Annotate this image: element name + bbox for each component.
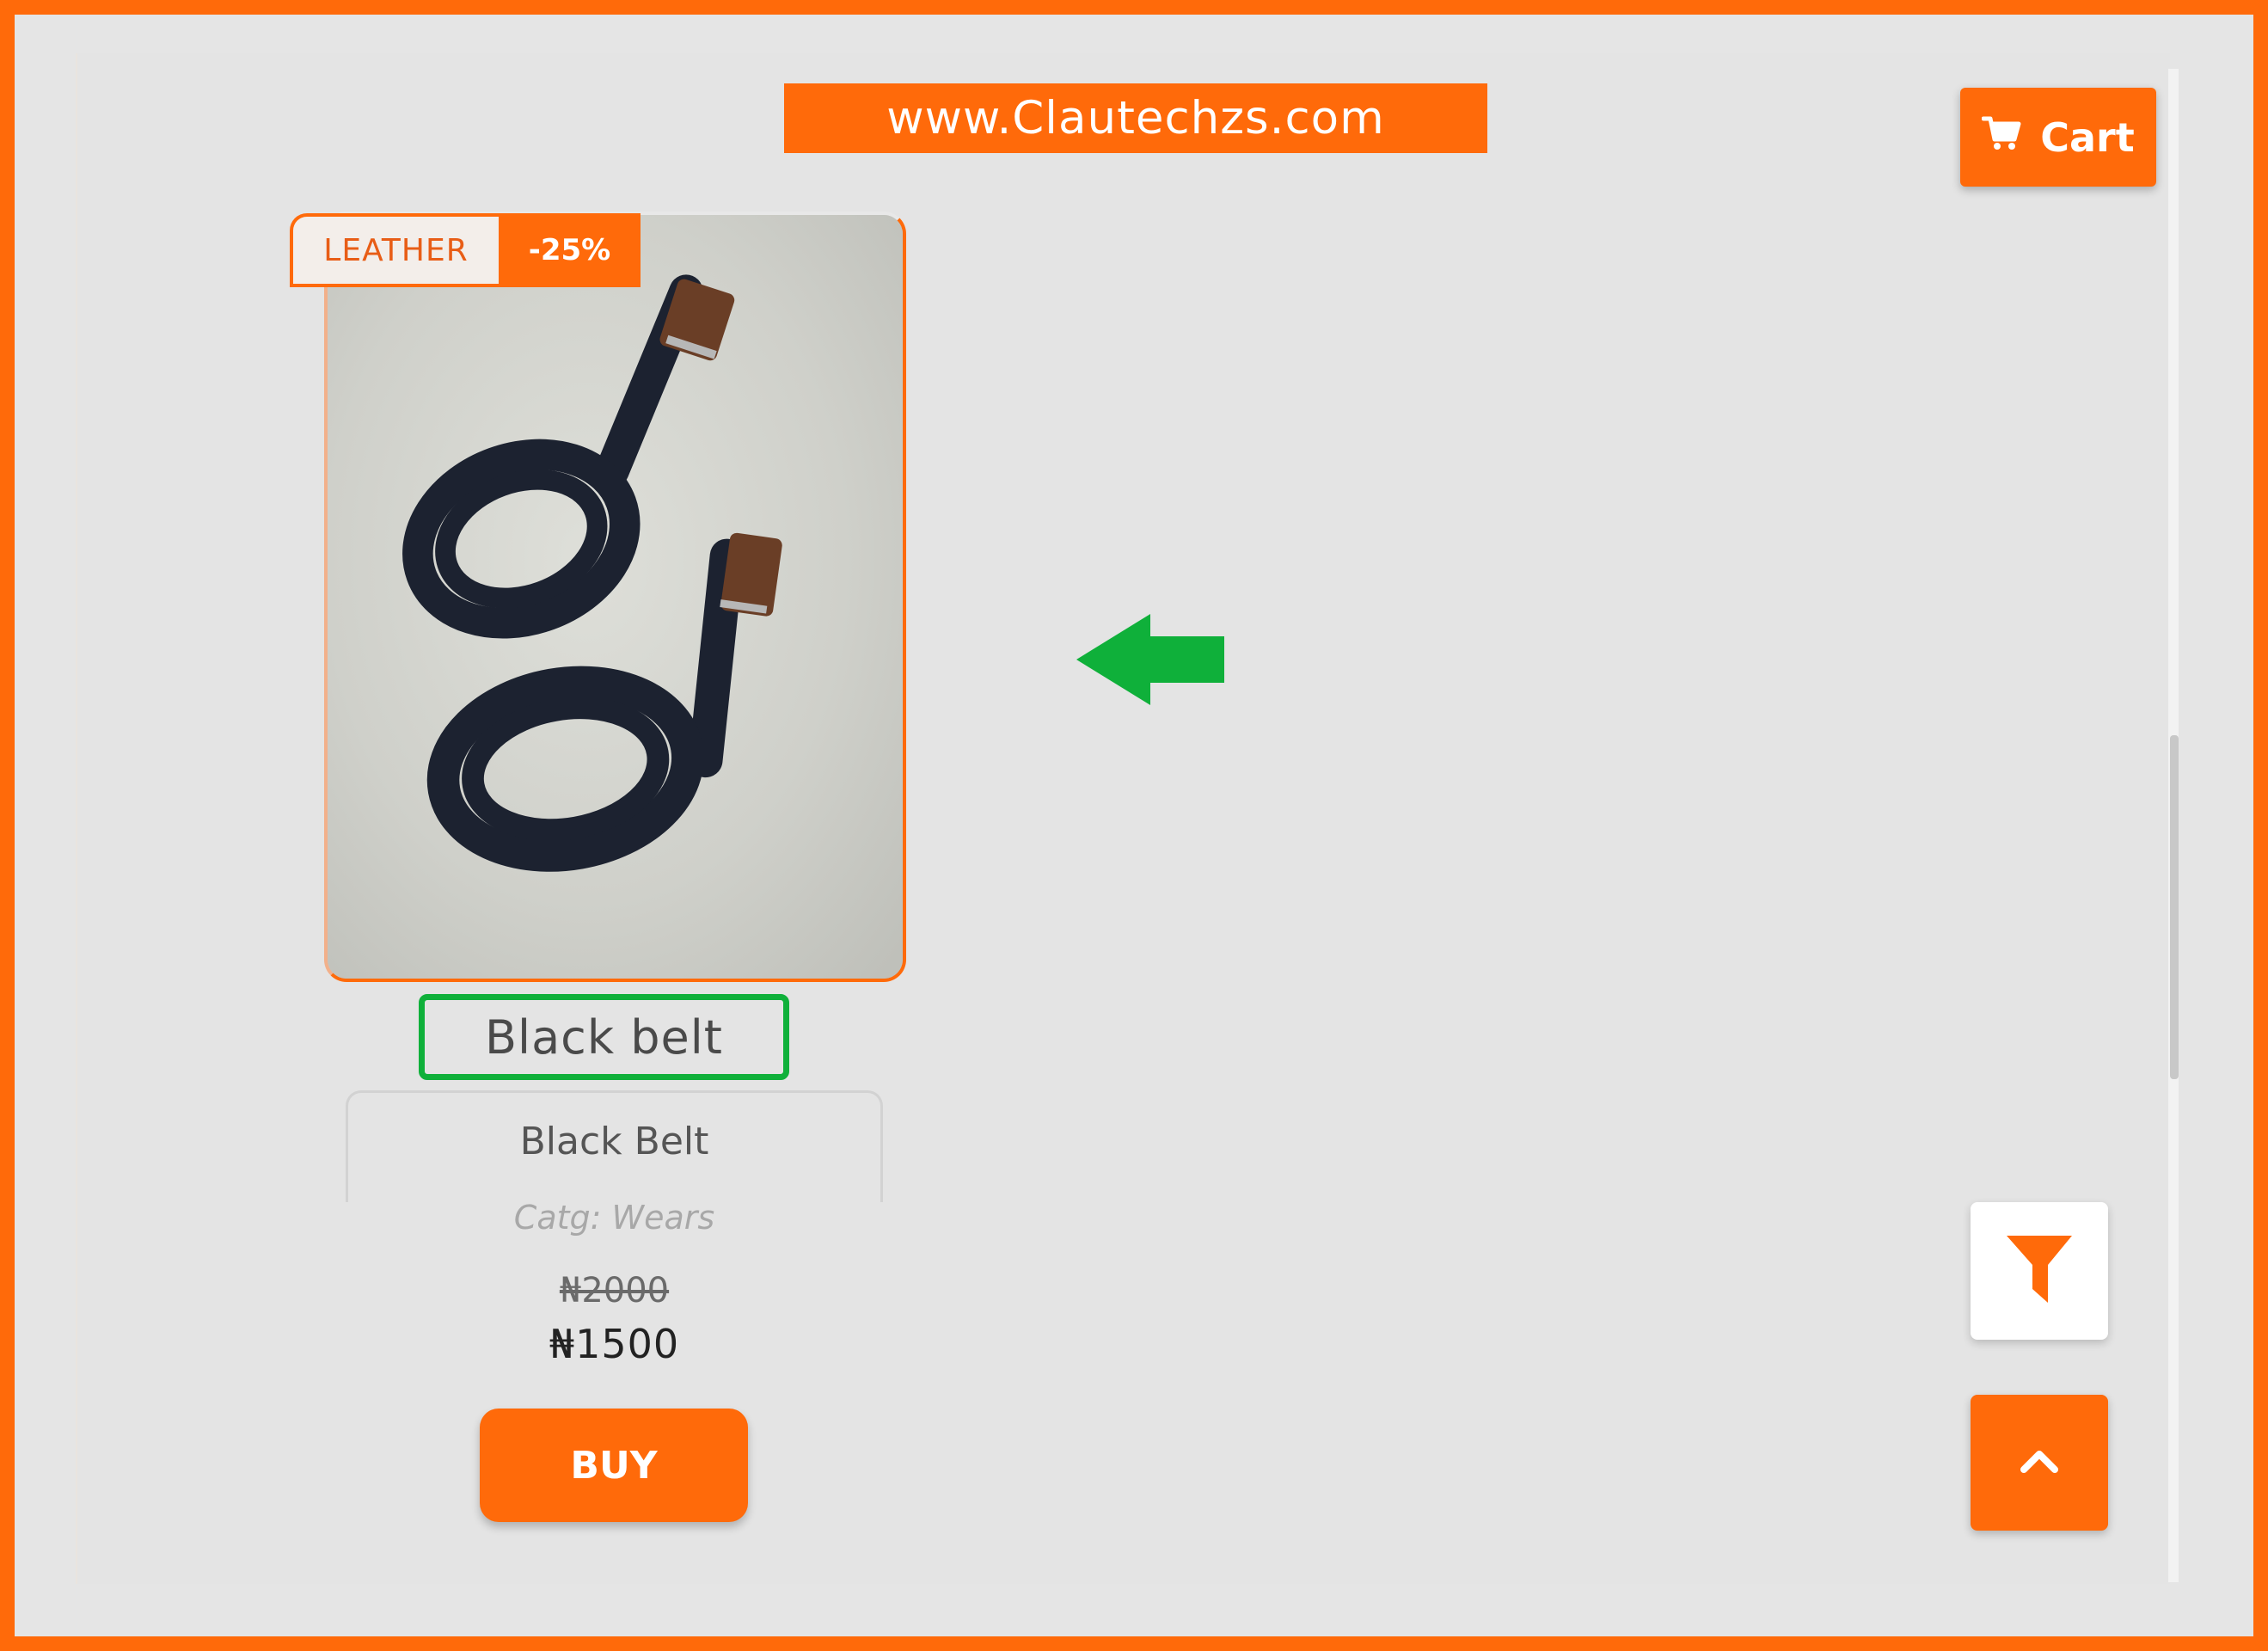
sale-price: ₦1500	[549, 1321, 680, 1367]
discount-badge-label: -25%	[528, 233, 611, 267]
product-image[interactable]	[324, 212, 906, 982]
category-tag-label: LEATHER	[323, 232, 469, 268]
filter-icon	[2007, 1236, 2072, 1306]
product-title[interactable]: Black belt	[485, 1010, 723, 1065]
cart-button[interactable]: Cart	[1960, 88, 2156, 187]
buy-button[interactable]: BUY	[480, 1409, 748, 1522]
cart-label: Cart	[2040, 114, 2135, 161]
watermark-banner: www.Clautechzs.com	[784, 83, 1487, 153]
product-category: Catg: Wears	[513, 1199, 715, 1237]
arrow-left-annotation	[1076, 614, 1224, 705]
filter-button[interactable]	[1971, 1202, 2108, 1340]
scroll-to-top-button[interactable]	[1971, 1395, 2108, 1531]
product-title-highlight: Black belt	[419, 994, 789, 1080]
original-price: ₦2000	[559, 1271, 670, 1310]
discount-badge: -25%	[499, 213, 641, 287]
category-tag: LEATHER	[290, 213, 499, 287]
watermark-text: www.Clautechzs.com	[886, 92, 1385, 144]
cart-icon	[1981, 114, 2021, 161]
chevron-up-icon	[2020, 1449, 2058, 1476]
scrollbar-thumb[interactable]	[2170, 735, 2179, 1079]
product-name: Black Belt	[519, 1120, 709, 1163]
buy-button-label: BUY	[570, 1443, 658, 1488]
